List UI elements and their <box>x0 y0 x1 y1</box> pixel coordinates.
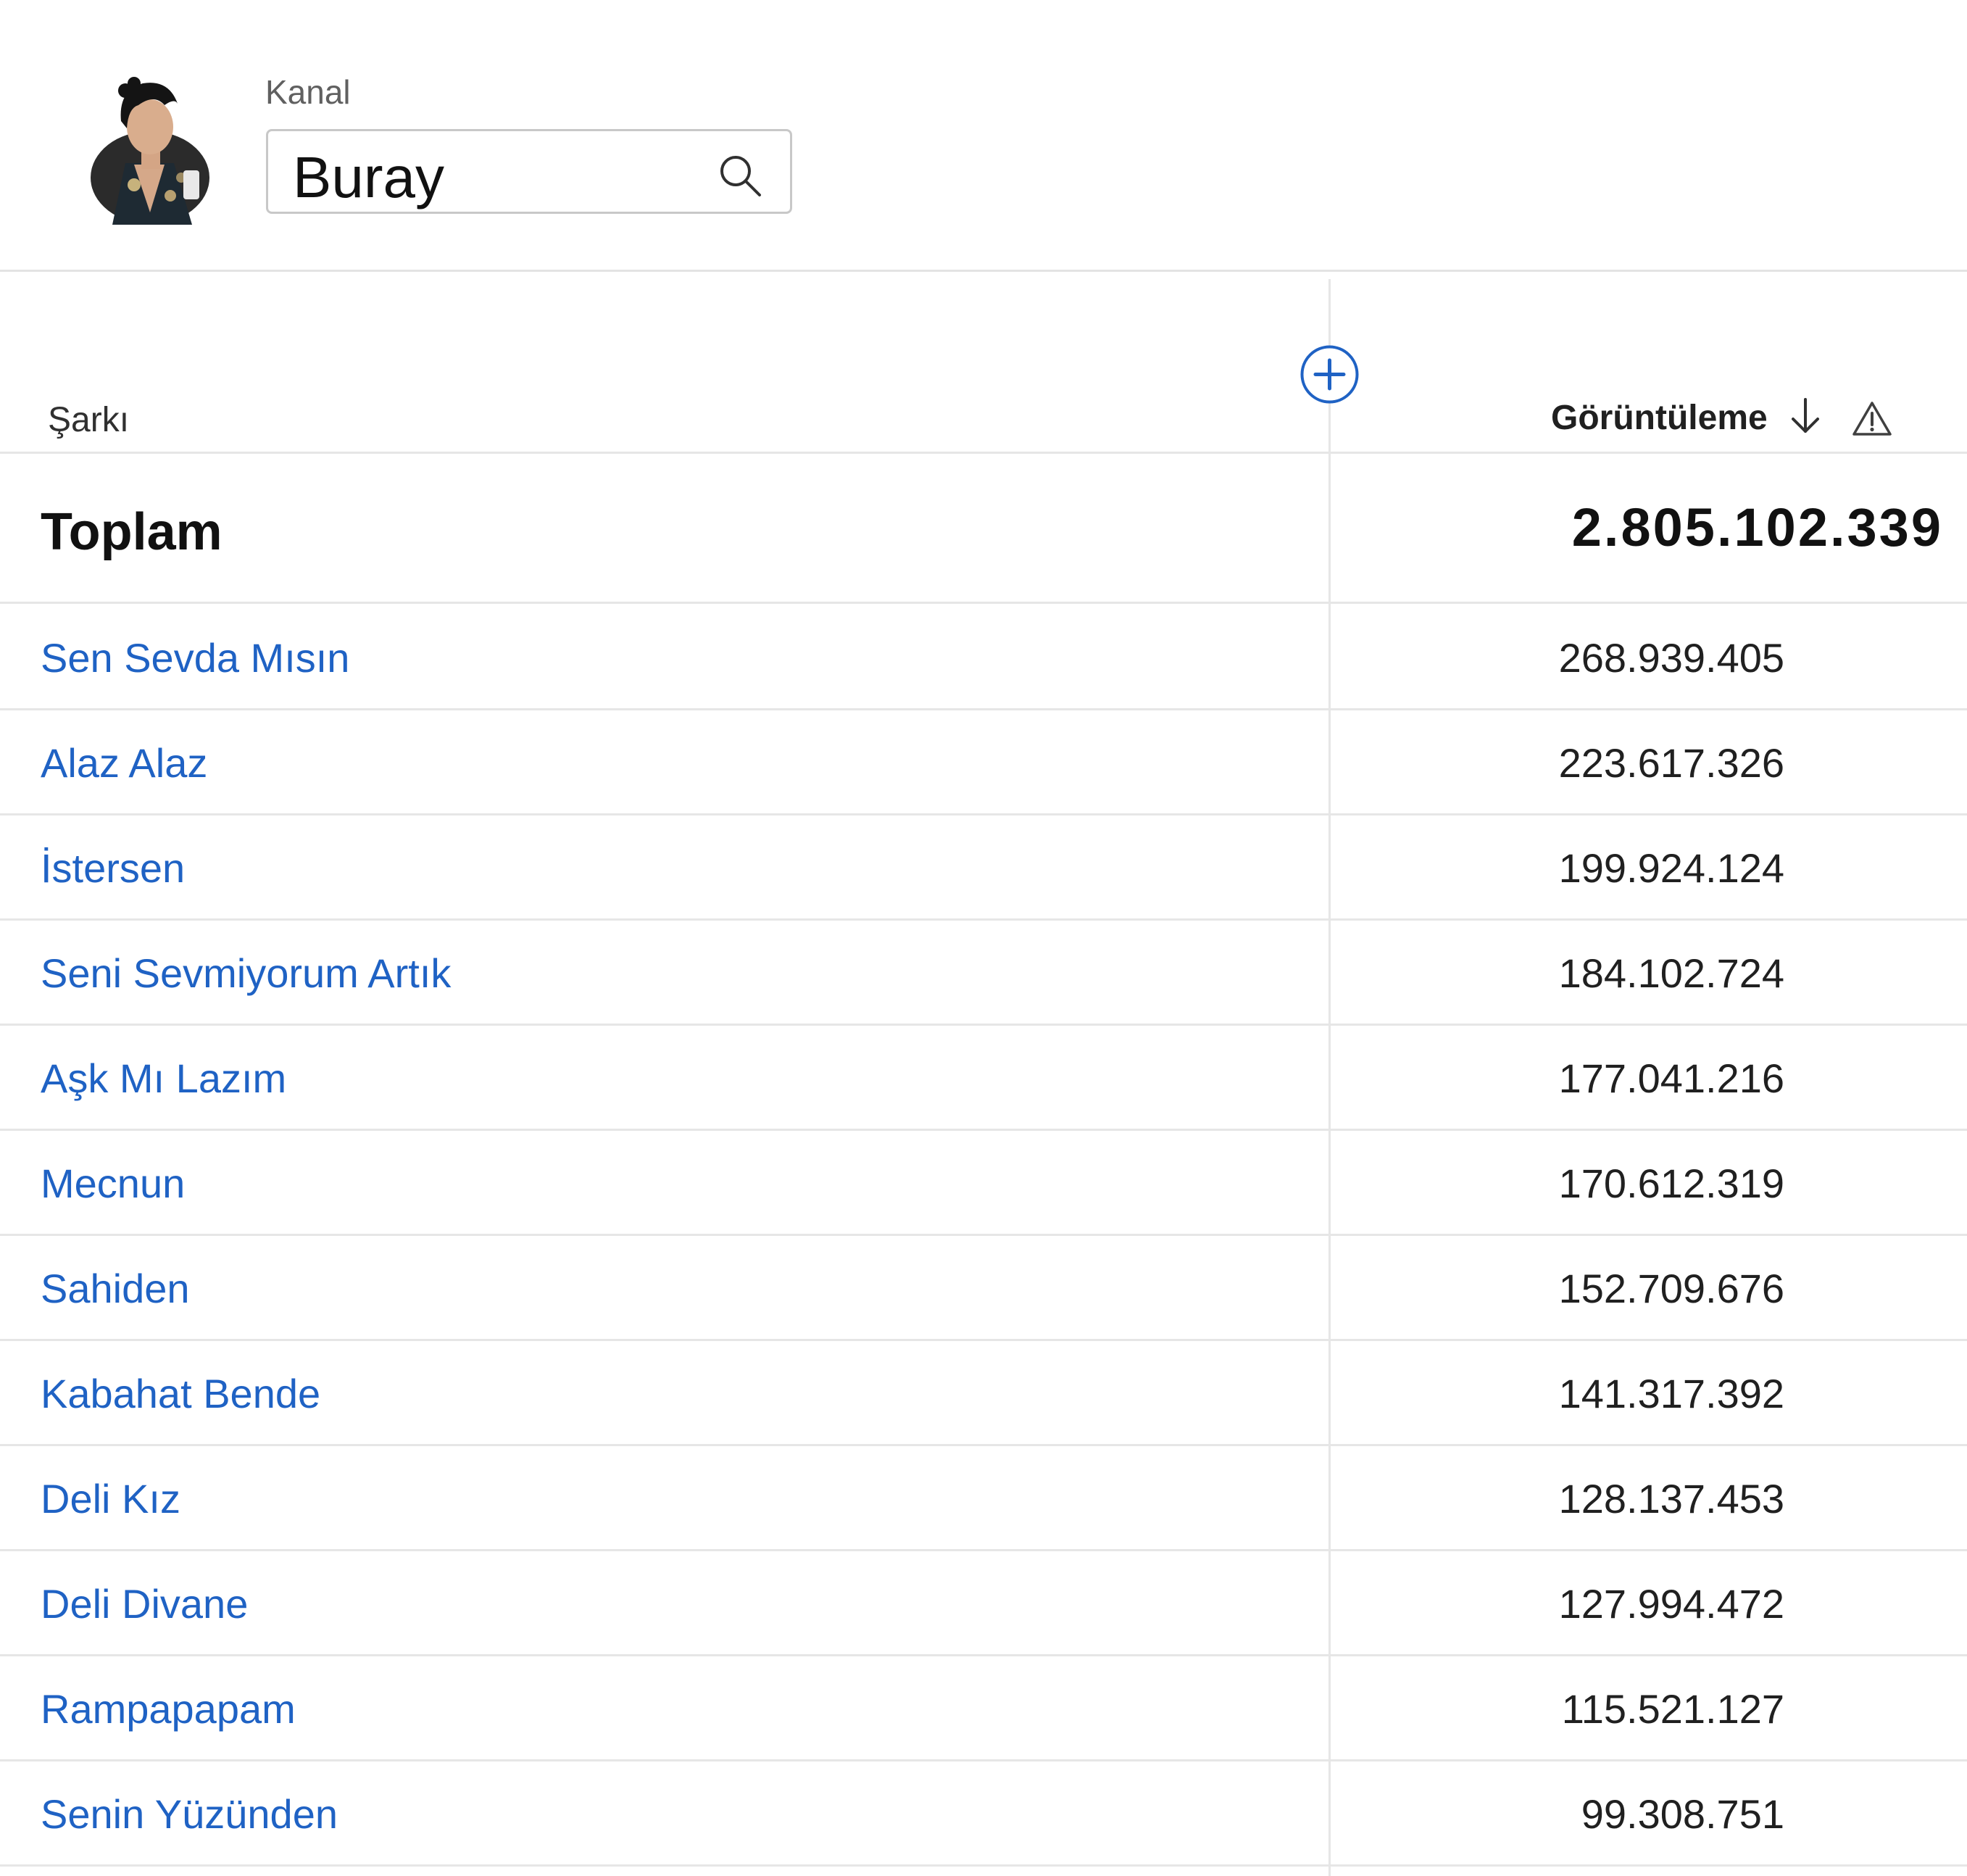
views-value: 99.308.751 <box>1581 1791 1784 1837</box>
channel-search-field[interactable]: Buray <box>266 129 792 214</box>
channel-label: Kanal <box>265 73 351 111</box>
views-value: 199.924.124 <box>1558 845 1784 891</box>
header-row-divider <box>0 452 1967 454</box>
table-row: Alaz Alaz 223.617.326 <box>0 710 1967 815</box>
song-link[interactable]: Deli Kız <box>41 1475 180 1522</box>
column-header-views[interactable]: Görüntüleme <box>1551 398 1768 438</box>
song-link[interactable]: Senin Yüzünden <box>41 1790 338 1838</box>
table-row: İstersen 199.924.124 <box>0 815 1967 921</box>
views-value: 177.041.216 <box>1558 1055 1784 1101</box>
total-label: Toplam <box>41 503 223 561</box>
search-icon[interactable] <box>718 153 762 198</box>
views-value: 152.709.676 <box>1558 1266 1784 1311</box>
views-value: 184.102.724 <box>1558 950 1784 996</box>
views-value: 115.521.127 <box>1561 1686 1784 1732</box>
views-value: 127.994.472 <box>1558 1581 1784 1627</box>
table-row: Mecnun 170.612.319 <box>0 1131 1967 1236</box>
song-link[interactable]: İstersen <box>41 844 185 892</box>
total-row-divider <box>0 602 1967 604</box>
song-link[interactable]: Mecnun <box>41 1160 185 1207</box>
song-link[interactable]: Alaz Alaz <box>41 739 207 786</box>
song-rows: Sen Sevda Mısın 268.939.405 Alaz Alaz 22… <box>0 605 1967 1867</box>
song-link[interactable]: Kabahat Bende <box>41 1370 320 1417</box>
table-row: Deli Divane 127.994.472 <box>0 1551 1967 1656</box>
views-value: 141.317.392 <box>1558 1371 1784 1416</box>
table-row: Sen Sevda Mısın 268.939.405 <box>0 605 1967 710</box>
views-value: 223.617.326 <box>1558 740 1784 786</box>
song-link[interactable]: Rampapapam <box>41 1685 296 1732</box>
songs-table: Şarkı Görüntüleme Toplam 2.805.102.339 S… <box>0 272 1967 1876</box>
artist-avatar[interactable] <box>83 76 214 225</box>
table-row: Aşk Mı Lazım 177.041.216 <box>0 1026 1967 1131</box>
views-value: 268.939.405 <box>1558 635 1784 681</box>
song-link[interactable]: Aşk Mı Lazım <box>41 1055 286 1102</box>
table-row: Kabahat Bende 141.317.392 <box>0 1341 1967 1446</box>
table-row: Deli Kız 128.137.453 <box>0 1446 1967 1551</box>
arrow-down-icon[interactable] <box>1787 395 1823 436</box>
column-header-song[interactable]: Şarkı <box>48 400 129 440</box>
channel-header: Kanal Buray <box>0 0 1967 272</box>
table-row: Sahiden 152.709.676 <box>0 1236 1967 1341</box>
warning-triangle-icon[interactable] <box>1852 400 1892 436</box>
song-link[interactable]: Sen Sevda Mısın <box>41 634 349 681</box>
views-value: 128.137.453 <box>1558 1476 1784 1522</box>
views-value: 170.612.319 <box>1558 1161 1784 1206</box>
table-row: Seni Sevmiyorum Artık 184.102.724 <box>0 921 1967 1026</box>
add-circle-icon[interactable] <box>1299 344 1360 404</box>
song-link[interactable]: Deli Divane <box>41 1580 248 1627</box>
song-link[interactable]: Sahiden <box>41 1265 190 1312</box>
total-value: 2.805.102.339 <box>1571 497 1943 557</box>
table-row: Rampapapam 115.521.127 <box>0 1656 1967 1761</box>
channel-search-value[interactable]: Buray <box>293 144 444 211</box>
table-row: Senin Yüzünden 99.308.751 <box>0 1761 1967 1867</box>
song-link[interactable]: Seni Sevmiyorum Artık <box>41 950 451 997</box>
